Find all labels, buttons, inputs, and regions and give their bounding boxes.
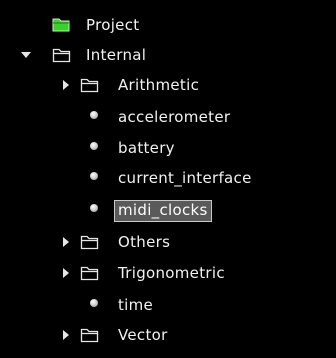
- tree-item-label: time: [118, 296, 154, 314]
- tree-item-label: Project: [86, 16, 140, 34]
- tree-item-trigonometric[interactable]: Trigonometric: [0, 258, 336, 288]
- collapsed-arrow-icon[interactable]: [60, 329, 72, 341]
- bullet-icon: [90, 142, 98, 150]
- tree-item-vector[interactable]: Vector: [0, 320, 336, 350]
- folder-icon: [80, 234, 99, 250]
- tree-item-arithmetic[interactable]: Arithmetic: [0, 70, 336, 100]
- folder-icon: [80, 265, 99, 281]
- bullet-icon: [90, 172, 98, 180]
- tree-item-accelerometer[interactable]: accelerometer: [0, 102, 336, 132]
- folder-icon: [52, 47, 71, 63]
- tree-item-current-interface[interactable]: current_interface: [0, 163, 336, 193]
- tree-item-label: Vector: [118, 326, 168, 344]
- tree-item-label: Trigonometric: [118, 264, 225, 282]
- tree-item-time[interactable]: time: [0, 290, 336, 320]
- tree-item-label: Arithmetic: [118, 76, 200, 94]
- expanded-arrow-icon[interactable]: [20, 49, 32, 61]
- tree-item-label: battery: [118, 139, 175, 157]
- tree-item-label-selected: midi_clocks: [114, 200, 212, 222]
- tree-view: Project Internal Arithmetic acceleromete…: [0, 0, 336, 358]
- collapsed-arrow-icon[interactable]: [60, 267, 72, 279]
- collapsed-arrow-icon[interactable]: [60, 79, 72, 91]
- tree-item-label: Internal: [86, 46, 147, 64]
- folder-icon: [80, 327, 99, 343]
- tree-item-label: Others: [118, 233, 171, 251]
- bullet-icon: [90, 299, 98, 307]
- tree-item-project[interactable]: Project: [0, 10, 336, 40]
- tree-item-midi-clocks[interactable]: midi_clocks: [0, 195, 336, 225]
- filled-folder-icon: [52, 17, 71, 33]
- tree-item-battery[interactable]: battery: [0, 133, 336, 163]
- tree-item-label: accelerometer: [118, 108, 231, 126]
- tree-item-label: current_interface: [118, 169, 252, 187]
- bullet-icon: [90, 111, 98, 119]
- bullet-icon: [90, 204, 98, 212]
- folder-icon: [80, 77, 99, 93]
- tree-item-others[interactable]: Others: [0, 227, 336, 257]
- tree-item-internal[interactable]: Internal: [0, 40, 336, 70]
- collapsed-arrow-icon[interactable]: [60, 236, 72, 248]
